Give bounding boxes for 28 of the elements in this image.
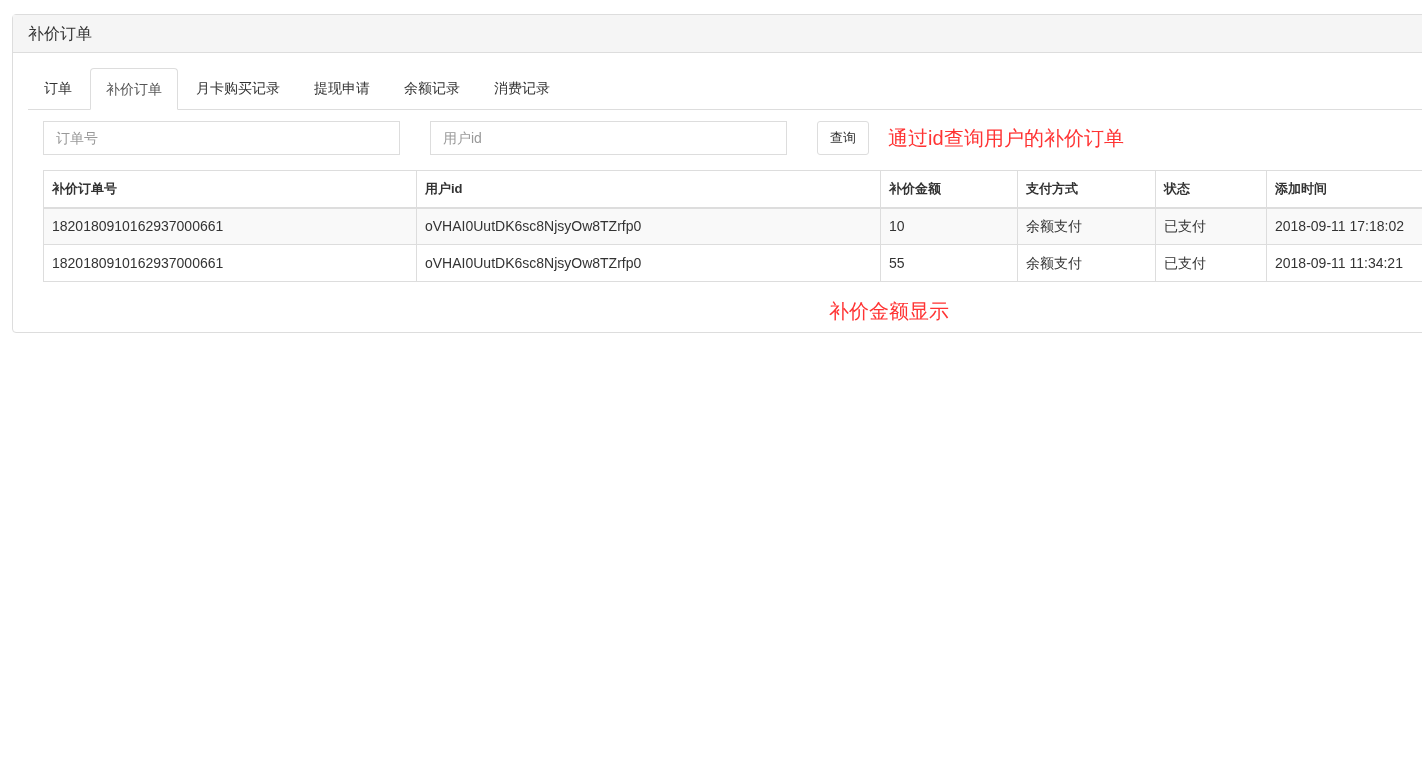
column-header: 补价订单号 xyxy=(43,170,417,208)
tab[interactable]: 提现申请 xyxy=(298,68,386,109)
query-button[interactable]: 查询 xyxy=(817,120,869,155)
table-cell: 余额支付 xyxy=(1017,244,1156,282)
annotation-text: 补价金额显示 xyxy=(829,300,949,322)
order-number-field[interactable]: 订单号 xyxy=(43,120,400,155)
column-header: 用户id xyxy=(416,170,881,208)
table-cell: 1820180910162937000661 xyxy=(43,207,417,245)
annotation-text: 通过id查询用户的补价订单 xyxy=(888,125,1124,151)
tab[interactable]: 余额记录 xyxy=(388,68,476,109)
table-cell: oVHAI0UutDK6sc8NjsyOw8TZrfp0 xyxy=(416,207,881,245)
column-header: 添加时间 xyxy=(1266,170,1422,208)
tab[interactable]: 月卡购买记录 xyxy=(180,68,296,109)
column-header: 支付方式 xyxy=(1017,170,1156,208)
table-cell: 55 xyxy=(880,244,1018,282)
user-id-field[interactable]: 用户id xyxy=(430,120,787,155)
table-cell: 余额支付 xyxy=(1017,207,1156,245)
tab[interactable]: 消费记录 xyxy=(478,68,566,109)
table-cell: 已支付 xyxy=(1155,244,1267,282)
column-header: 状态 xyxy=(1155,170,1267,208)
table-cell: 已支付 xyxy=(1155,207,1267,245)
column-header: 补价金额 xyxy=(880,170,1018,208)
tab[interactable]: 补价订单 xyxy=(90,68,178,110)
tab[interactable]: 订单 xyxy=(28,68,88,109)
table-cell: 1820180910162937000661 xyxy=(43,244,417,282)
panel-title: 补价订单 xyxy=(28,23,92,44)
table-cell: 10 xyxy=(880,207,1018,245)
table-cell: oVHAI0UutDK6sc8NjsyOw8TZrfp0 xyxy=(416,244,881,282)
